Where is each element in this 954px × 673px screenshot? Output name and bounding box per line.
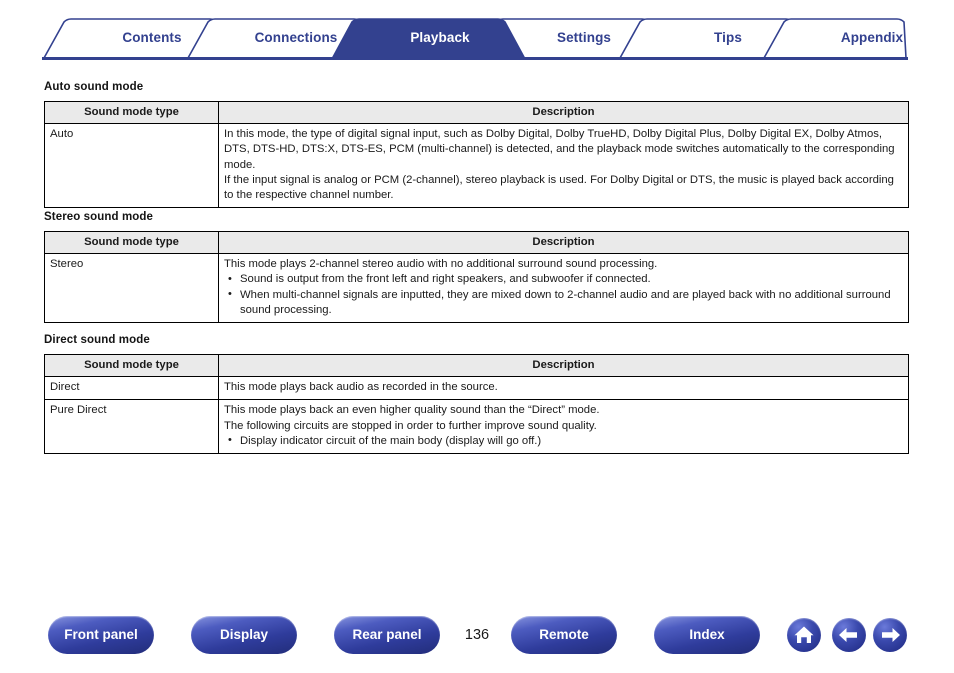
table-auto-sound-mode: Sound mode type Description Auto In this… bbox=[44, 100, 909, 209]
arrow-left-icon bbox=[839, 628, 857, 642]
display-button[interactable]: Display bbox=[191, 616, 297, 654]
forward-button[interactable] bbox=[873, 618, 907, 652]
front-panel-button[interactable]: Front panel bbox=[48, 616, 154, 654]
column-header-description: Description bbox=[218, 230, 909, 255]
back-button[interactable] bbox=[832, 618, 866, 652]
page-number: 136 bbox=[464, 627, 490, 643]
column-header-description: Description bbox=[218, 353, 909, 378]
tab-appendix[interactable]: Appendix bbox=[787, 18, 954, 58]
description-line: If the input signal is analog or PCM (2-… bbox=[224, 173, 894, 202]
description-line: This mode plays back audio as recorded i… bbox=[224, 381, 498, 394]
section-heading-stereo-sound-mode: Stereo sound mode bbox=[44, 211, 154, 223]
home-button[interactable] bbox=[787, 618, 821, 652]
bullet-item: Display indicator circuit of the main bo… bbox=[224, 433, 903, 449]
column-header-sound-mode-type: Sound mode type bbox=[44, 353, 219, 378]
description-bullet-list: Sound is output from the front left and … bbox=[224, 272, 903, 318]
cell-sound-mode-type: Stereo bbox=[44, 253, 219, 324]
top-navigation-tabs: Contents Connections Playback Settings T… bbox=[42, 18, 908, 60]
description-line: This mode plays 2-channel stereo audio w… bbox=[224, 258, 658, 271]
table-row: Pure Direct This mode plays back an even… bbox=[44, 399, 909, 455]
cell-sound-mode-type: Auto bbox=[44, 123, 219, 209]
remote-button[interactable]: Remote bbox=[511, 616, 617, 654]
column-header-description: Description bbox=[218, 100, 909, 125]
table-stereo-sound-mode: Sound mode type Description Stereo This … bbox=[44, 230, 909, 324]
bullet-item: When multi-channel signals are inputted,… bbox=[224, 287, 903, 318]
description-line: This mode plays back an even higher qual… bbox=[224, 404, 600, 417]
bullet-item: Sound is output from the front left and … bbox=[224, 272, 903, 287]
section-heading-auto-sound-mode: Auto sound mode bbox=[44, 81, 144, 93]
table-row: Auto In this mode, the type of digital s… bbox=[44, 123, 909, 209]
cell-description: This mode plays back an even higher qual… bbox=[218, 399, 909, 455]
home-icon bbox=[794, 626, 814, 643]
description-line: In this mode, the type of digital signal… bbox=[224, 128, 895, 171]
table-row: Stereo This mode plays 2-channel stereo … bbox=[44, 253, 909, 324]
rear-panel-button[interactable]: Rear panel bbox=[334, 616, 440, 654]
table-header-row: Sound mode type Description bbox=[44, 100, 909, 125]
section-heading-direct-sound-mode: Direct sound mode bbox=[44, 334, 150, 346]
index-button[interactable]: Index bbox=[654, 616, 760, 654]
cell-sound-mode-type: Pure Direct bbox=[44, 399, 219, 455]
cell-description: This mode plays back audio as recorded i… bbox=[218, 376, 909, 401]
footer-navigation: Front panel Display Rear panel 136 Remot… bbox=[0, 616, 954, 660]
description-bullet-list: Display indicator circuit of the main bo… bbox=[224, 433, 903, 449]
arrow-right-icon bbox=[882, 628, 900, 642]
cell-sound-mode-type: Direct bbox=[44, 376, 219, 401]
column-header-sound-mode-type: Sound mode type bbox=[44, 230, 219, 255]
cell-description: In this mode, the type of digital signal… bbox=[218, 123, 909, 209]
table-row: Direct This mode plays back audio as rec… bbox=[44, 376, 909, 401]
column-header-sound-mode-type: Sound mode type bbox=[44, 100, 219, 125]
table-header-row: Sound mode type Description bbox=[44, 230, 909, 255]
table-header-row: Sound mode type Description bbox=[44, 353, 909, 378]
cell-description: This mode plays 2-channel stereo audio w… bbox=[218, 253, 909, 324]
table-direct-sound-mode: Sound mode type Description Direct This … bbox=[44, 353, 909, 455]
description-line: The following circuits are stopped in or… bbox=[224, 419, 597, 432]
